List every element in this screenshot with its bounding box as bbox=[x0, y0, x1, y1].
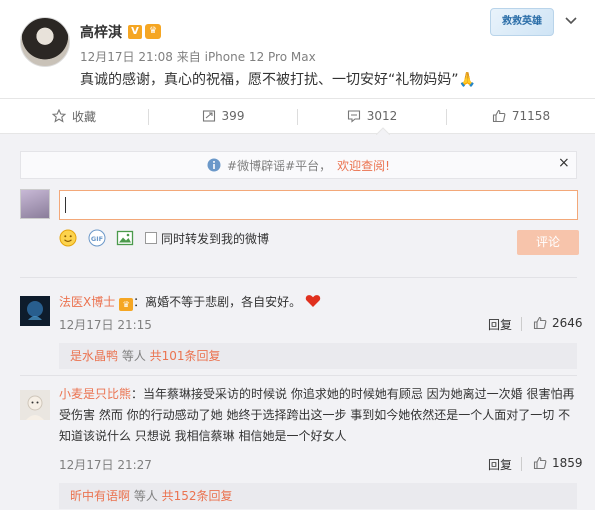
member-crown-icon: ♛ bbox=[145, 24, 161, 39]
comment-icon bbox=[347, 110, 360, 123]
sub-replies-box[interactable]: 昕中有语啊 等人 共152条回复 bbox=[59, 483, 577, 509]
emoji-icon[interactable] bbox=[59, 229, 77, 247]
my-avatar bbox=[20, 189, 50, 219]
repost-count: 399 bbox=[221, 109, 245, 123]
comment-time: 12月17日 21:15 bbox=[59, 318, 152, 332]
post-timestamp[interactable]: 12月17日 21:08 bbox=[80, 50, 173, 64]
notice-link[interactable]: 欢迎查阅! bbox=[337, 157, 390, 174]
commenter-avatar[interactable] bbox=[20, 390, 50, 420]
commenter-avatar[interactable] bbox=[20, 296, 50, 326]
post-text: 真诚的感谢，真心的祝福，愿不被打扰、一切安好“礼物妈妈”🙏 bbox=[80, 72, 476, 88]
sub-reply-user[interactable]: 是水晶鸭 bbox=[70, 349, 118, 363]
divider bbox=[521, 457, 522, 471]
member-crown-icon: ♛ bbox=[119, 298, 134, 311]
thumbs-up-icon bbox=[492, 109, 506, 123]
repost-icon bbox=[202, 110, 215, 122]
svg-text:GIF: GIF bbox=[91, 235, 103, 243]
reply-button[interactable]: 回复 bbox=[488, 456, 512, 473]
panel-pointer bbox=[376, 127, 390, 135]
sub-replies-box[interactable]: 是水晶鸭 等人 共101条回复 bbox=[59, 343, 577, 369]
forward-label[interactable]: 同时转发到我的微博 bbox=[161, 230, 269, 247]
comment-like-button[interactable]: 1859 bbox=[533, 456, 583, 470]
comment-like-count: 2646 bbox=[552, 316, 583, 330]
divider bbox=[20, 375, 577, 376]
commenter-name[interactable]: 法医X博士 bbox=[59, 295, 115, 309]
source-prefix: 来自 bbox=[176, 50, 201, 64]
comment-input[interactable] bbox=[59, 190, 578, 220]
comment-like-button[interactable]: 2646 bbox=[533, 316, 583, 330]
author-avatar[interactable] bbox=[20, 17, 70, 67]
comment-text-line: 受伤害 然而 你的行动感动了她 她终于选择跨出这一步 事到如今她依然还是一个人面… bbox=[59, 408, 571, 422]
favorite-label: 收藏 bbox=[71, 109, 96, 124]
hero-badge[interactable]: 救救英雄 bbox=[490, 8, 554, 36]
sub-reply-mid: 等人 bbox=[130, 489, 162, 503]
favorite-button[interactable]: 收藏 bbox=[0, 99, 148, 133]
star-icon bbox=[51, 109, 66, 123]
like-button[interactable]: 71158 bbox=[447, 99, 595, 133]
comment-like-count: 1859 bbox=[552, 456, 583, 470]
close-icon[interactable]: × bbox=[558, 155, 570, 171]
notice-hashtag[interactable]: #微博辟谣#平台， bbox=[227, 157, 331, 174]
name-separator: ： bbox=[131, 387, 144, 401]
commenter-name[interactable]: 小麦是只比熊 bbox=[59, 387, 131, 401]
chevron-down-icon[interactable] bbox=[565, 14, 577, 26]
comment-text-line: 当年蔡琳接受采访的时候说 你追求她的时候她有顾忌 因为她离过一次婚 很害怕再 bbox=[143, 387, 575, 401]
forward-checkbox[interactable] bbox=[145, 232, 157, 244]
sub-reply-user[interactable]: 昕中有语啊 bbox=[70, 489, 130, 503]
comment-body: 法医X博士 ♛ ：离婚不等于悲剧，各自安好。 bbox=[59, 292, 321, 313]
divider bbox=[20, 277, 577, 278]
post-meta: 12月17日 21:08 来自 iPhone 12 Pro Max bbox=[80, 48, 316, 65]
action-bar: 收藏 399 3012 71158 bbox=[0, 98, 595, 134]
name-separator: ： bbox=[133, 295, 146, 309]
sub-reply-count[interactable]: 共101条回复 bbox=[150, 349, 221, 363]
thumbs-up-icon bbox=[533, 316, 547, 330]
like-count: 71158 bbox=[511, 109, 551, 123]
comment-time: 12月17日 21:27 bbox=[59, 458, 152, 472]
comment-text-line: 知道该说什么 只想说 我相信蔡琳 相信她是一个好女人 bbox=[59, 429, 347, 443]
rumor-notice: #微博辟谣#平台， 欢迎查阅! bbox=[20, 151, 577, 179]
comment-text: 离婚不等于悲剧，各自安好。 bbox=[145, 295, 302, 309]
text-caret bbox=[65, 197, 66, 213]
divider bbox=[521, 317, 522, 331]
thumbs-up-icon bbox=[533, 456, 547, 470]
heart-icon bbox=[305, 295, 321, 307]
comment-body: 小麦是只比熊：当年蔡琳接受采访的时候说 你追求她的时候她有顾忌 因为她离过一次婚… bbox=[59, 384, 579, 447]
source-device[interactable]: iPhone 12 Pro Max bbox=[205, 50, 316, 64]
info-icon bbox=[207, 158, 221, 172]
author-name[interactable]: 高梓淇 bbox=[80, 22, 122, 42]
gif-icon[interactable]: GIF bbox=[88, 229, 106, 247]
repost-button[interactable]: 399 bbox=[149, 99, 297, 133]
submit-comment-button[interactable]: 评论 bbox=[517, 230, 579, 255]
sub-reply-mid: 等人 bbox=[118, 349, 150, 363]
image-icon[interactable] bbox=[116, 229, 134, 247]
reply-button[interactable]: 回复 bbox=[488, 316, 512, 333]
sub-reply-count[interactable]: 共152条回复 bbox=[162, 489, 233, 503]
comment-count: 3012 bbox=[366, 109, 398, 123]
comment-button[interactable]: 3012 bbox=[298, 99, 446, 133]
verified-badge-icon: V bbox=[128, 25, 142, 39]
